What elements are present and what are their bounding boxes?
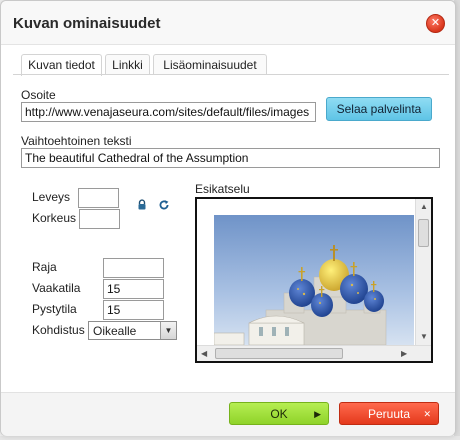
scroll-left-icon[interactable]: ◀ xyxy=(201,349,207,359)
preview-horizontal-scrollbar[interactable]: ◀ ▶ xyxy=(197,345,431,361)
cathedral-preview-image xyxy=(214,215,414,345)
hspace-label: Vaakatila xyxy=(32,281,81,295)
alt-text-label: Vaihtoehtoinen teksti xyxy=(21,134,132,148)
align-select[interactable]: Oikealle ▼ xyxy=(88,321,177,340)
scroll-down-icon[interactable]: ▼ xyxy=(420,332,428,342)
close-icon[interactable]: ✕ xyxy=(426,14,445,33)
width-input[interactable] xyxy=(78,188,119,208)
url-input[interactable]: http://www.venajaseura.com/sites/default… xyxy=(21,102,316,122)
tab-link[interactable]: Linkki xyxy=(105,54,150,75)
hspace-input[interactable]: 15 xyxy=(103,279,164,299)
dialog-footer: OK ▶ Peruuta ✕ xyxy=(1,392,455,436)
preview-label: Esikatselu xyxy=(195,182,250,196)
preview-pane: ▲ ▼ ◀ ▶ xyxy=(195,197,433,363)
vspace-label: Pystytila xyxy=(32,302,77,316)
background-edge-bottom xyxy=(0,436,460,440)
dialog-title: Kuvan ominaisuudet xyxy=(13,15,161,32)
ok-button[interactable]: OK ▶ xyxy=(229,402,329,425)
tab-image-info[interactable]: Kuvan tiedot xyxy=(21,54,102,76)
close-small-icon: ✕ xyxy=(423,409,431,419)
height-label: Korkeus xyxy=(32,211,77,225)
url-label: Osoite xyxy=(21,88,56,102)
vspace-input[interactable]: 15 xyxy=(103,300,164,320)
vertical-scroll-thumb[interactable] xyxy=(418,219,429,247)
cancel-button-label: Peruuta xyxy=(367,407,411,421)
dialog-titlebar[interactable]: Kuvan ominaisuudet ✕ xyxy=(1,1,455,45)
cancel-button[interactable]: Peruuta ✕ xyxy=(339,402,439,425)
align-select-value: Oikealle xyxy=(93,324,137,338)
width-label: Leveys xyxy=(32,190,71,204)
border-input[interactable] xyxy=(103,258,164,278)
scroll-up-icon[interactable]: ▲ xyxy=(420,202,428,212)
scroll-right-icon[interactable]: ▶ xyxy=(401,349,407,359)
horizontal-scroll-thumb[interactable] xyxy=(215,348,343,359)
alt-text-input[interactable]: The beautiful Cathedral of the Assumptio… xyxy=(21,148,440,168)
browse-server-button[interactable]: Selaa palvelinta xyxy=(326,97,432,121)
border-label: Raja xyxy=(32,260,57,274)
reset-size-icon[interactable] xyxy=(158,199,170,211)
align-label: Kohdistus xyxy=(32,323,85,337)
ok-button-label: OK xyxy=(270,407,288,421)
preview-vertical-scrollbar[interactable]: ▲ ▼ xyxy=(415,199,431,345)
tab-advanced[interactable]: Lisäominaisuudet xyxy=(153,54,267,75)
image-properties-dialog: Kuvan ominaisuudet ✕ Kuvan tiedot Linkki… xyxy=(0,0,456,436)
height-input[interactable] xyxy=(79,209,120,229)
chevron-right-icon: ▶ xyxy=(314,409,321,419)
chevron-down-icon[interactable]: ▼ xyxy=(160,322,176,339)
lock-icon[interactable] xyxy=(136,199,148,211)
